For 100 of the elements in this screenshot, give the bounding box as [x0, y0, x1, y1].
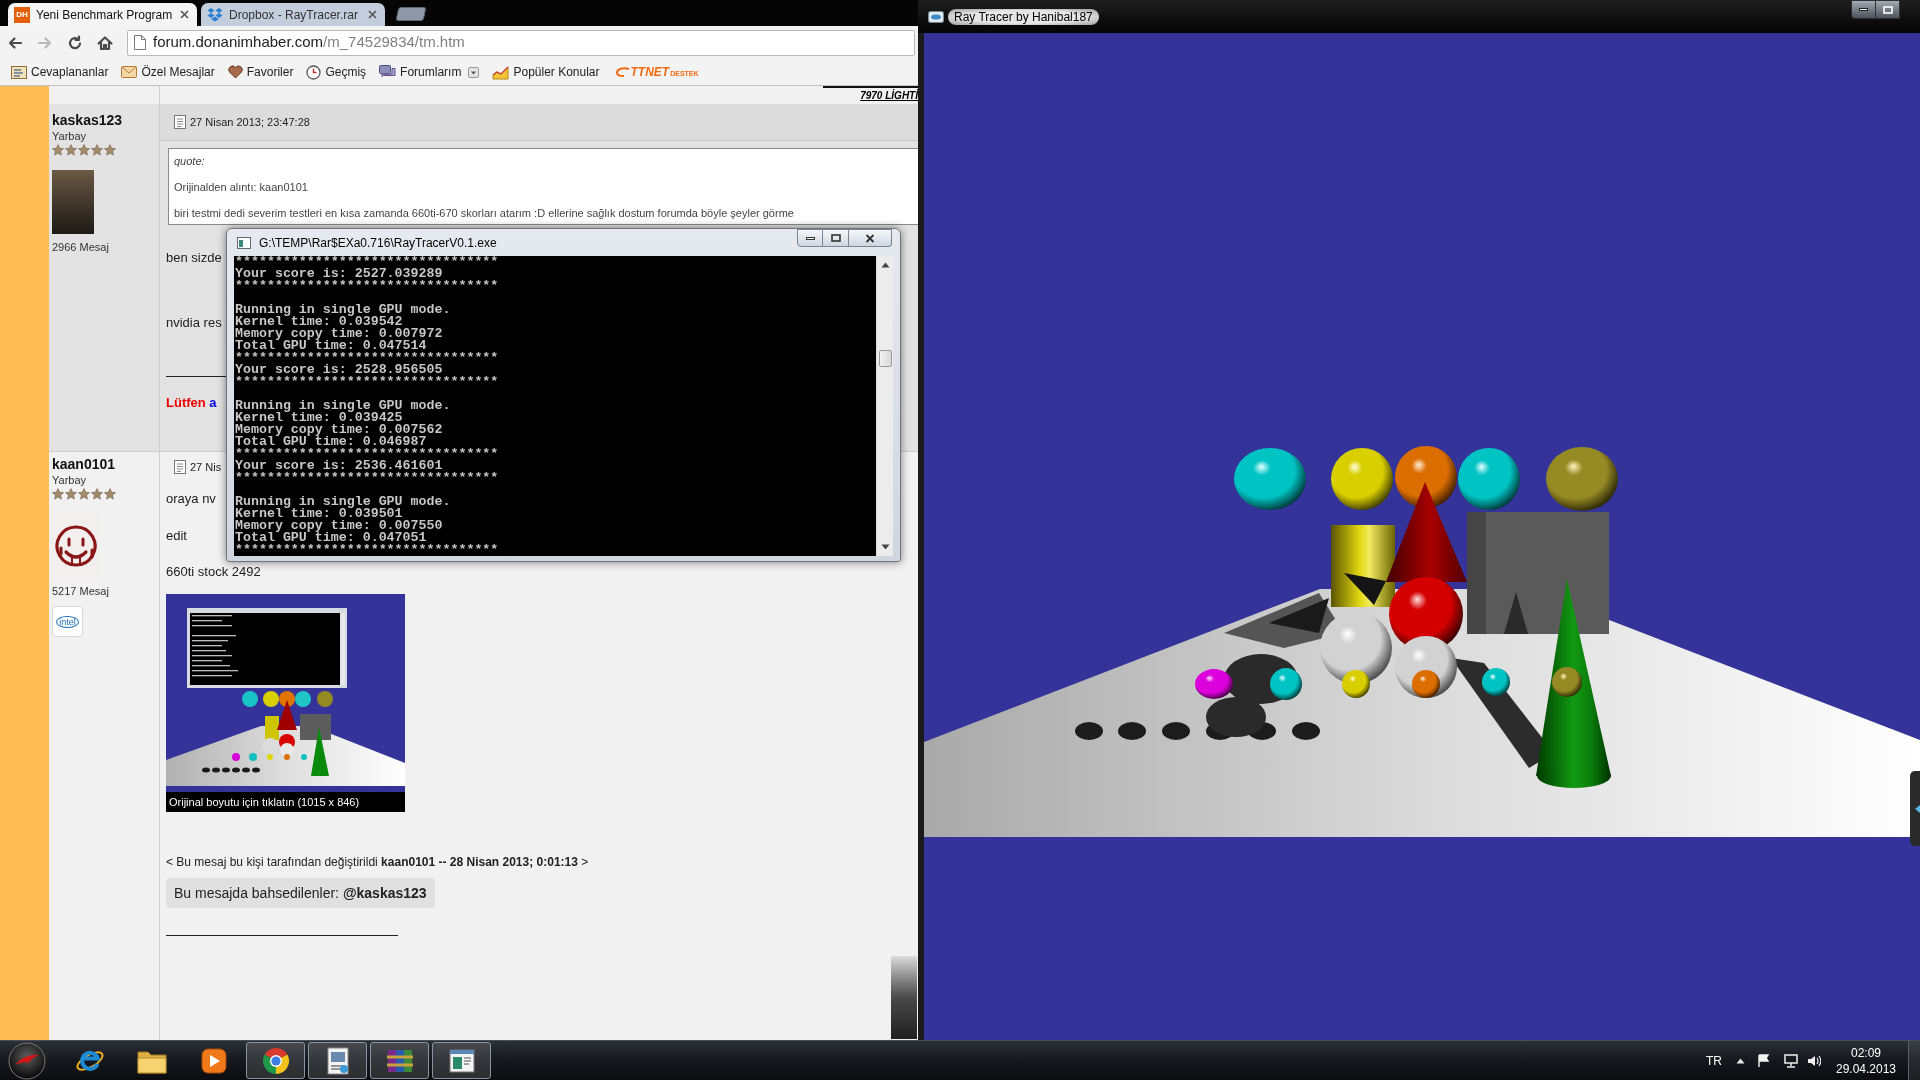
- envelope-icon: [121, 65, 138, 79]
- notice-text: Lütfen a: [166, 395, 217, 411]
- console-line: *********************************: [235, 448, 499, 460]
- post-count: 2966 Mesaj: [52, 241, 109, 254]
- maximize-button[interactable]: [1876, 0, 1900, 19]
- photo-placeholder: [52, 170, 94, 234]
- star-icon: [91, 488, 103, 500]
- window-title: G:\TEMP\Rar$EXa0.716\RayTracerV0.1.exe: [259, 234, 497, 252]
- bookmark-link[interactable]: Cevaplananlar: [9, 61, 111, 83]
- user-rank: Yarbay: [52, 130, 87, 143]
- network-icon[interactable]: [1784, 1053, 1798, 1068]
- star-icon: [78, 144, 90, 156]
- quote-label: quote:: [174, 155, 205, 168]
- start-button[interactable]: [7, 1041, 47, 1080]
- console-line: Your score is: 2528.956505: [235, 364, 443, 376]
- post-text: oraya nv: [166, 491, 216, 507]
- bookmark-link[interactable]: Özel Mesajlar: [119, 61, 217, 83]
- close-icon[interactable]: [368, 10, 377, 19]
- console-line: Kernel time: 0.039501: [235, 508, 403, 520]
- edit-note: < Bu mesaj bu kişi tarafından değiştirildi kaan0101 -- 28 Nisan 2013; 0:01:13 >: [166, 855, 589, 869]
- sphere: [1195, 669, 1233, 699]
- bookmark-link[interactable]: Geçmiş: [304, 61, 369, 83]
- sphere: [1270, 668, 1302, 700]
- play-icon: [200, 1047, 227, 1074]
- console-line: Running in single GPU mode.: [235, 496, 451, 508]
- sphere: [1546, 447, 1618, 511]
- console-line: Kernel time: 0.039425: [235, 412, 403, 424]
- arrow-up-icon[interactable]: [880, 262, 890, 268]
- box-icon: [207, 7, 223, 22]
- close-icon[interactable]: [180, 10, 189, 19]
- console-line: Total GPU time: 0.047514: [235, 340, 427, 352]
- language-indicator[interactable]: TR: [1706, 1051, 1722, 1070]
- maximize-button[interactable]: [823, 229, 849, 247]
- post-date: 27 Nis: [190, 459, 222, 475]
- archive-icon: [385, 1047, 414, 1074]
- star-icon: [52, 488, 64, 500]
- console-line: *********************************: [235, 256, 499, 268]
- speaker-icon[interactable]: [1807, 1053, 1821, 1068]
- new-tab-button[interactable]: [395, 7, 427, 21]
- console-line: Your score is: 2527.039289: [235, 268, 443, 280]
- bookmark-link[interactable]: Popüler Konular: [490, 61, 602, 83]
- flag-icon[interactable]: [1758, 1053, 1770, 1068]
- bookmark-link[interactable]: Favoriler: [225, 61, 296, 83]
- sphere: [1552, 667, 1582, 697]
- minimize-icon: [805, 236, 815, 240]
- console-line: Memory copy time: 0.007562: [235, 424, 443, 436]
- screenshot-thumbnail-drawing[interactable]: [166, 594, 405, 792]
- username[interactable]: kaskas123: [52, 112, 123, 128]
- clock-date[interactable]: 29.04.2013: [1835, 1060, 1897, 1077]
- taskbar-button[interactable]: [432, 1042, 491, 1079]
- taskbar-button[interactable]: [246, 1042, 305, 1079]
- heart-icon: [227, 65, 243, 79]
- console-line: Total GPU time: 0.047051: [235, 532, 427, 544]
- arrow-down-icon[interactable]: [880, 544, 890, 550]
- notepad-icon: [174, 115, 186, 129]
- minimize-button[interactable]: [797, 229, 823, 247]
- console-line: Memory copy time: 0.007972: [235, 328, 443, 340]
- username[interactable]: kaan0101: [52, 456, 116, 472]
- star-icon: [104, 144, 116, 156]
- scroll-thumb[interactable]: [878, 350, 892, 367]
- chevron-up-icon[interactable]: [1736, 1057, 1745, 1064]
- sphere: [1482, 668, 1510, 696]
- close-icon: [865, 233, 875, 243]
- side-tab[interactable]: [1910, 771, 1920, 846]
- console-line: Kernel time: 0.039542: [235, 316, 403, 328]
- sphere: [1458, 448, 1520, 510]
- taskbar-button[interactable]: [370, 1042, 429, 1079]
- swoosh-icon: [615, 67, 630, 77]
- bookmark-link[interactable]: Forumlarım: [377, 61, 482, 83]
- sphere: [1234, 448, 1306, 510]
- address-field[interactable]: forum.donanimhaber.com/m_74529834/tm.htm: [127, 29, 915, 56]
- chat-icon: [379, 64, 397, 80]
- sphere: [1395, 446, 1457, 508]
- chart-icon: [492, 64, 510, 80]
- image-caption[interactable]: Orijinal boyutu için tıklatın (1015 x 846): [166, 792, 405, 812]
- console-line: Memory copy time: 0.007550: [235, 520, 443, 532]
- minimize-icon: [1859, 8, 1868, 11]
- dropdown-icon[interactable]: [468, 66, 480, 78]
- page-icon: [134, 35, 146, 50]
- post-date: 27 Nisan 2013; 23:47:28: [190, 114, 310, 130]
- taskbar-button[interactable]: [308, 1042, 367, 1079]
- window-icon: [448, 1048, 475, 1073]
- clock-time[interactable]: 02:09: [1851, 1044, 1881, 1061]
- post-text: 660ti stock 2492: [166, 564, 261, 580]
- star-icon: [65, 488, 77, 500]
- show-desktop-button[interactable]: [1908, 1041, 1920, 1080]
- console-line: *********************************: [235, 352, 499, 364]
- minimize-button[interactable]: [1851, 0, 1876, 19]
- browser-tab[interactable]: Dropbox - RayTracer.rar: [201, 3, 385, 26]
- browser-tab[interactable]: DH Yeni Benchmark Program: [8, 3, 197, 26]
- link[interactable]: a: [209, 395, 217, 410]
- post-count: 5217 Mesaj: [52, 585, 109, 598]
- corner-link[interactable]: 7970 LİGHTİ: [860, 89, 918, 102]
- logo-badge: intel: [52, 606, 83, 637]
- post-text: ben sizde: [166, 250, 222, 266]
- close-button[interactable]: [849, 229, 892, 247]
- reload-icon: [66, 33, 84, 52]
- star-icon: [91, 144, 103, 156]
- picture-document-icon: [324, 1046, 351, 1075]
- quote-source: Orijinalden alıntı: kaan0101: [174, 181, 308, 194]
